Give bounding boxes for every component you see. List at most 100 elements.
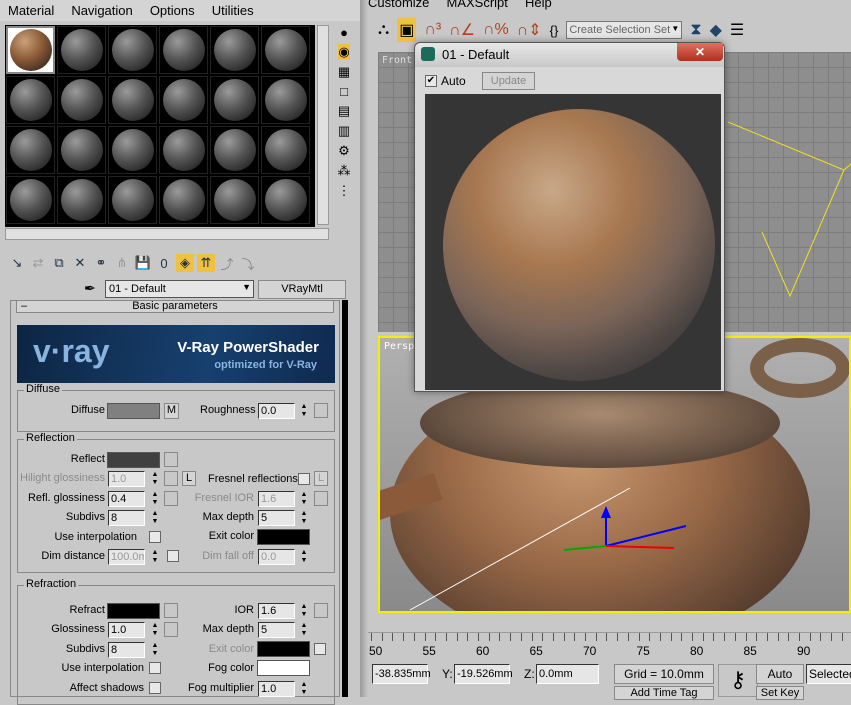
- sample-slot[interactable]: [57, 76, 106, 124]
- material-id-icon[interactable]: 0: [155, 254, 173, 272]
- refl-exit-color-swatch[interactable]: [257, 529, 310, 545]
- make-unique-icon[interactable]: ⋔: [113, 254, 131, 272]
- pick-material-icon[interactable]: ✒: [84, 280, 96, 297]
- refl-max-depth-field[interactable]: 5: [258, 510, 295, 526]
- angle-snap-icon[interactable]: ∩∠: [449, 20, 475, 40]
- diffuse-color-swatch[interactable]: [107, 403, 160, 419]
- key-icon[interactable]: ⚷: [718, 664, 758, 697]
- y-coordinate-field[interactable]: -19.526mm: [454, 664, 513, 684]
- menu-help[interactable]: Help: [525, 0, 552, 10]
- sample-type-icon[interactable]: ●: [340, 25, 348, 40]
- sample-slot[interactable]: [108, 26, 157, 74]
- sample-slot[interactable]: [261, 26, 310, 74]
- fresnel-ior-map-button[interactable]: [314, 491, 328, 506]
- refl-subdivs-field[interactable]: 8: [108, 510, 145, 526]
- video-color-check-icon[interactable]: ▤: [338, 103, 350, 119]
- material-navigator-icon[interactable]: ⋮: [338, 183, 351, 199]
- sample-slot[interactable]: [108, 176, 157, 224]
- put-to-scene-icon[interactable]: ⇄: [29, 254, 47, 272]
- menu-navigation[interactable]: Navigation: [71, 3, 132, 18]
- sample-slot[interactable]: [210, 126, 259, 174]
- align-icon[interactable]: ◆: [710, 20, 722, 40]
- select-link-icon[interactable]: ⛬: [378, 21, 389, 39]
- select-by-material-icon[interactable]: ⁂: [338, 163, 351, 179]
- render-icon[interactable]: ▣: [397, 18, 417, 42]
- spinner-snap-icon[interactable]: ∩⇕: [517, 20, 542, 40]
- z-coordinate-field[interactable]: 0.0mm: [536, 664, 599, 684]
- menu-maxscript[interactable]: MAXScript: [446, 0, 507, 10]
- sample-slot[interactable]: [261, 76, 310, 124]
- go-to-parent-icon[interactable]: ⤴: [218, 254, 236, 272]
- preview-titlebar[interactable]: 01 - Default ✕: [415, 43, 724, 67]
- ior-field[interactable]: 1.6: [258, 603, 295, 619]
- mirror-icon[interactable]: ⧗: [690, 21, 701, 39]
- menu-options[interactable]: Options: [150, 3, 195, 18]
- sample-slot[interactable]: [57, 126, 106, 174]
- assign-to-selection-icon[interactable]: ⧉: [50, 254, 68, 272]
- refl-glossiness-map-button[interactable]: [164, 491, 178, 506]
- refl-use-interpolation-checkbox[interactable]: [149, 531, 161, 543]
- material-name-dropdown[interactable]: 01 - Default ▼: [105, 280, 254, 298]
- show-end-result-icon[interactable]: ⇈: [197, 254, 215, 272]
- get-material-icon[interactable]: ↘: [8, 254, 26, 272]
- sample-slots-vscroll[interactable]: [317, 25, 329, 225]
- hilight-lock-button[interactable]: L: [182, 471, 196, 486]
- options-icon[interactable]: ⚙: [338, 143, 350, 159]
- backlight-icon[interactable]: ◉: [338, 44, 350, 60]
- go-forward-sibling-icon[interactable]: ⤵: [239, 254, 257, 272]
- roughness-map-button[interactable]: [314, 403, 328, 418]
- sample-slot[interactable]: [210, 26, 259, 74]
- sample-slot[interactable]: [261, 126, 310, 174]
- background-icon[interactable]: ▦: [338, 64, 350, 80]
- snap-3d-icon[interactable]: ∩³: [424, 21, 441, 39]
- reflect-map-button[interactable]: [164, 452, 178, 467]
- reflect-color-swatch[interactable]: [107, 452, 160, 468]
- fresnel-ior-field[interactable]: 1.6: [258, 491, 295, 507]
- refr-max-depth-spinner[interactable]: ▲ ▼: [299, 622, 309, 638]
- sample-slot[interactable]: [159, 76, 208, 124]
- menu-customize[interactable]: Customize: [368, 0, 429, 10]
- dim-distance-field[interactable]: 100.0m: [108, 549, 145, 565]
- sample-slot[interactable]: [6, 26, 55, 74]
- refr-subdivs-field[interactable]: 8: [108, 642, 145, 658]
- named-selection-icon[interactable]: {}: [550, 23, 559, 38]
- fog-multiplier-spinner[interactable]: ▲ ▼: [299, 681, 309, 697]
- sample-slot[interactable]: [6, 76, 55, 124]
- refr-exit-color-swatch[interactable]: [257, 641, 310, 657]
- fresnel-lock-button[interactable]: L: [314, 471, 328, 486]
- dim-distance-spinner[interactable]: ▲ ▼: [150, 549, 160, 565]
- menu-utilities[interactable]: Utilities: [212, 3, 254, 18]
- refr-exit-color-checkbox[interactable]: [314, 643, 326, 655]
- fog-color-swatch[interactable]: [257, 660, 310, 676]
- timeline-ruler[interactable]: 50 55 60 65 70 75 80 85 90: [368, 632, 851, 660]
- auto-key-button[interactable]: Auto Key: [756, 664, 804, 699]
- update-button[interactable]: Update: [482, 72, 535, 90]
- sample-slot[interactable]: [210, 176, 259, 224]
- sample-slot[interactable]: [210, 76, 259, 124]
- fresnel-reflections-checkbox[interactable]: [298, 473, 310, 485]
- affect-shadows-checkbox[interactable]: [149, 682, 161, 694]
- add-time-tag[interactable]: Add Time Tag: [614, 686, 714, 700]
- reset-icon[interactable]: ✕: [71, 254, 89, 272]
- x-coordinate-field[interactable]: -38.835mm: [372, 664, 431, 684]
- dim-falloff-spinner[interactable]: ▲ ▼: [299, 549, 309, 565]
- refl-glossiness-spinner[interactable]: ▲ ▼: [150, 491, 160, 507]
- hilight-glossiness-field[interactable]: 1.0: [108, 471, 145, 487]
- put-to-library-icon[interactable]: 💾: [134, 254, 152, 272]
- percent-snap-icon[interactable]: ∩%: [483, 21, 509, 39]
- diffuse-map-button[interactable]: M: [164, 403, 179, 419]
- ior-map-button[interactable]: [314, 603, 328, 618]
- make-preview-icon[interactable]: ▥: [338, 123, 350, 139]
- sample-slot[interactable]: [57, 176, 106, 224]
- ior-spinner[interactable]: ▲ ▼: [299, 603, 309, 619]
- refr-glossiness-field[interactable]: 1.0: [108, 622, 145, 638]
- rollout-scrollbar[interactable]: [342, 300, 348, 697]
- dim-falloff-field[interactable]: 0.0: [258, 549, 295, 565]
- refr-max-depth-field[interactable]: 5: [258, 622, 295, 638]
- roughness-field[interactable]: 0.0: [258, 403, 295, 419]
- refr-glossiness-spinner[interactable]: ▲ ▼: [150, 622, 160, 638]
- roughness-spinner[interactable]: ▲ ▼: [299, 403, 309, 419]
- show-map-in-viewport-icon[interactable]: ◈: [176, 254, 194, 272]
- refr-glossiness-map-button[interactable]: [164, 622, 178, 637]
- key-filter-dropdown[interactable]: Selected: [806, 664, 851, 684]
